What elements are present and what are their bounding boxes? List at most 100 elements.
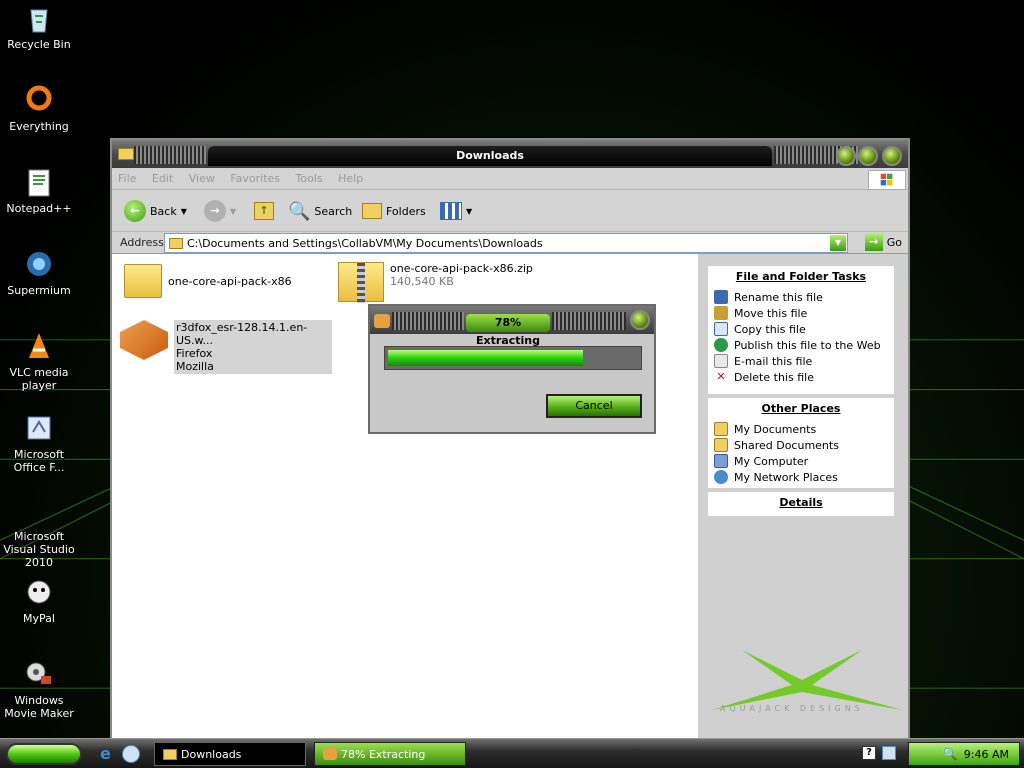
file-name: one-core-api-pack-x86 (168, 274, 292, 288)
address-field[interactable]: C:\Documents and Settings\CollabVM\My Do… (164, 233, 848, 253)
taskbar-item-extracting[interactable]: 78% Extracting (314, 742, 466, 766)
desktop-icon-supermium[interactable]: Supermium (0, 248, 78, 297)
folders-button[interactable]: Folders (362, 198, 426, 224)
menu-tools[interactable]: Tools (290, 168, 329, 185)
desktop-icon-everything[interactable]: Everything (0, 84, 78, 133)
other-places-title[interactable]: Other Places (708, 398, 894, 421)
clock[interactable]: 9:46 AM (964, 748, 1009, 761)
desktop-icon-label: Microsoft Visual Studio 2010 (3, 530, 75, 569)
maximize-button[interactable] (858, 146, 878, 166)
folder-icon (124, 264, 162, 298)
chevron-down-icon: ▼ (230, 206, 237, 216)
watermark-text: AQUAJACK DESIGNS (720, 704, 864, 713)
my-documents-icon (714, 422, 728, 436)
dialog-title: 78% Extracting (466, 314, 550, 347)
move-icon (714, 306, 728, 320)
menu-bar: File Edit View Favorites Tools Help (112, 168, 908, 190)
file-item[interactable]: r3dfox_esr-128.14.1.en-US.w... Firefox M… (120, 320, 332, 374)
ie-quicklaunch-icon[interactable]: e (100, 745, 118, 763)
supermium-icon (23, 248, 55, 280)
office-icon (23, 412, 55, 444)
task-pane: File and Folder Tasks Rename this file M… (698, 254, 908, 738)
place-my-network[interactable]: My Network Places (708, 469, 894, 485)
file-name: r3dfox_esr-128.14.1.en-US.w... (176, 321, 308, 347)
rename-icon (714, 290, 728, 304)
desktop-icon-label: MyPal (23, 612, 55, 625)
menu-file[interactable]: File (112, 168, 142, 185)
search-tray-icon[interactable]: 🔍 (943, 747, 958, 761)
go-arrow-icon: → (864, 233, 883, 251)
place-my-documents[interactable]: My Documents (708, 421, 894, 437)
desktop-icon-label: Supermium (7, 284, 71, 297)
everything-icon (23, 84, 55, 116)
dialog-close-button[interactable] (630, 310, 650, 330)
desktop-icon-vlc[interactable]: VLC media player (0, 330, 78, 392)
mypal-icon (23, 576, 55, 608)
desktop-icon-movie-maker[interactable]: Windows Movie Maker (0, 658, 78, 720)
dialog-title-bar[interactable]: 78% Extracting (370, 306, 654, 347)
views-button[interactable]: ▼ (440, 198, 472, 224)
desktop-icon-label: Notepad++ (6, 202, 72, 215)
progress-fill (388, 350, 583, 366)
extract-dialog: 78% Extracting Cancel (368, 304, 656, 434)
taskbar-item-downloads[interactable]: Downloads (154, 742, 306, 766)
zip-folder-icon (338, 262, 384, 303)
file-item[interactable]: one-core-api-pack-x86 (124, 264, 292, 298)
file-item[interactable]: one-core-api-pack-x86.zip 140,540 KB (338, 262, 533, 303)
start-button[interactable] (6, 743, 82, 765)
archive-icon (323, 748, 337, 760)
cancel-button[interactable]: Cancel (546, 394, 642, 418)
go-button[interactable]: → Go (864, 233, 902, 251)
back-button[interactable]: ← Back ▼ (124, 198, 187, 224)
notepad-plus-plus-icon (23, 166, 55, 198)
forward-button[interactable]: → ▼ (204, 198, 236, 224)
dropdown-arrow-icon[interactable]: ▼ (830, 235, 846, 251)
recycle-bin-icon (23, 2, 55, 34)
address-label: Address (120, 236, 164, 249)
file-company: Mozilla (176, 360, 214, 373)
desktop-icon-recycle-bin[interactable]: Recycle Bin (0, 2, 78, 51)
explorer-window: Downloads File Edit View Favorites Tools… (110, 138, 910, 738)
menu-favorites[interactable]: Favorites (224, 168, 286, 185)
archive-icon (374, 314, 390, 328)
system-tray: 🔍 9:46 AM (908, 742, 1020, 766)
title-bar[interactable]: Downloads (112, 140, 908, 168)
folders-icon (362, 203, 382, 219)
taskbar: e Downloads 78% Extracting ? 🔍 9:46 AM (0, 738, 1024, 768)
task-email[interactable]: E-mail this file (708, 353, 894, 369)
desktop-icon-notepad[interactable]: Notepad++ (0, 166, 78, 215)
search-button[interactable]: 🔍 Search (288, 198, 352, 224)
place-my-computer[interactable]: My Computer (708, 453, 894, 469)
close-button[interactable] (882, 146, 902, 166)
firefox-installer-icon (120, 320, 168, 360)
help-icon[interactable]: ? (862, 746, 876, 760)
place-shared-documents[interactable]: Shared Documents (708, 437, 894, 453)
tasks-title[interactable]: File and Folder Tasks (708, 266, 894, 289)
minimize-button[interactable] (836, 146, 856, 166)
folder-icon (163, 748, 177, 760)
show-desktop-icon[interactable] (122, 745, 140, 763)
chevron-down-icon: ▼ (466, 206, 473, 216)
folder-icon (169, 238, 183, 249)
search-icon: 🔍 (288, 200, 311, 222)
visual-studio-icon (23, 494, 55, 526)
folder-icon (118, 148, 134, 160)
address-bar: Address C:\Documents and Settings\Collab… (112, 232, 908, 254)
task-publish[interactable]: Publish this file to the Web (708, 337, 894, 353)
desktop-icon-visual-studio[interactable]: Microsoft Visual Studio 2010 (0, 494, 78, 569)
menu-edit[interactable]: Edit (146, 168, 179, 185)
menu-help[interactable]: Help (332, 168, 369, 185)
task-copy[interactable]: Copy this file (708, 321, 894, 337)
system-tray-icon[interactable] (882, 746, 896, 760)
up-folder-button[interactable]: ↑ (254, 198, 274, 224)
desktop-icon-mypal[interactable]: MyPal (0, 576, 78, 625)
task-delete[interactable]: ✕ Delete this file (708, 369, 894, 385)
desktop-icon-label: Recycle Bin (7, 38, 71, 51)
desktop-icon-office[interactable]: Microsoft Office F... (0, 412, 78, 474)
toolbar: ← Back ▼ → ▼ ↑ 🔍 Search Folders ▼ (112, 190, 908, 232)
file-folder-tasks: File and Folder Tasks Rename this file M… (708, 266, 894, 394)
menu-view[interactable]: View (183, 168, 221, 185)
task-move[interactable]: Move this file (708, 305, 894, 321)
details-title[interactable]: Details (708, 492, 894, 515)
task-rename[interactable]: Rename this file (708, 289, 894, 305)
